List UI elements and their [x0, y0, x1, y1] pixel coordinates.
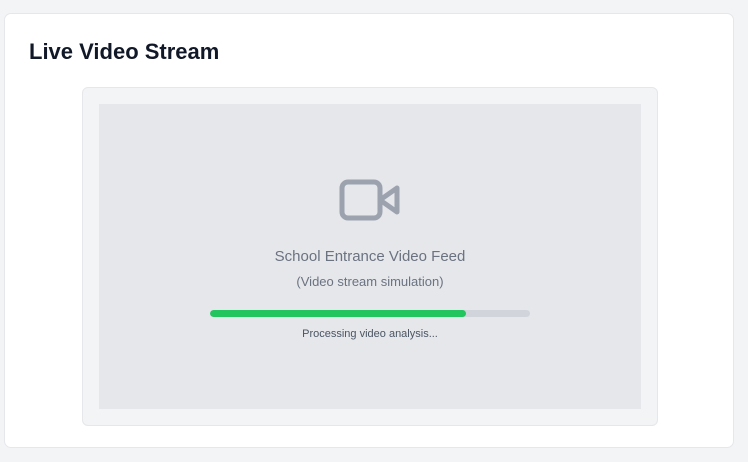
- live-video-card: Live Video Stream School Entrance Video …: [4, 13, 734, 448]
- feed-title: School Entrance Video Feed: [274, 248, 466, 265]
- video-frame: School Entrance Video Feed (Video stream…: [82, 87, 658, 426]
- feed-subtitle: (Video stream simulation): [296, 274, 444, 289]
- progress-bar-fill: [210, 310, 466, 317]
- card-title: Live Video Stream: [29, 39, 220, 64]
- progress-bar: [210, 310, 530, 317]
- progress-label: Processing video analysis...: [302, 328, 438, 340]
- video-player-area[interactable]: School Entrance Video Feed (Video stream…: [99, 104, 641, 409]
- video-camera-icon: [339, 179, 400, 221]
